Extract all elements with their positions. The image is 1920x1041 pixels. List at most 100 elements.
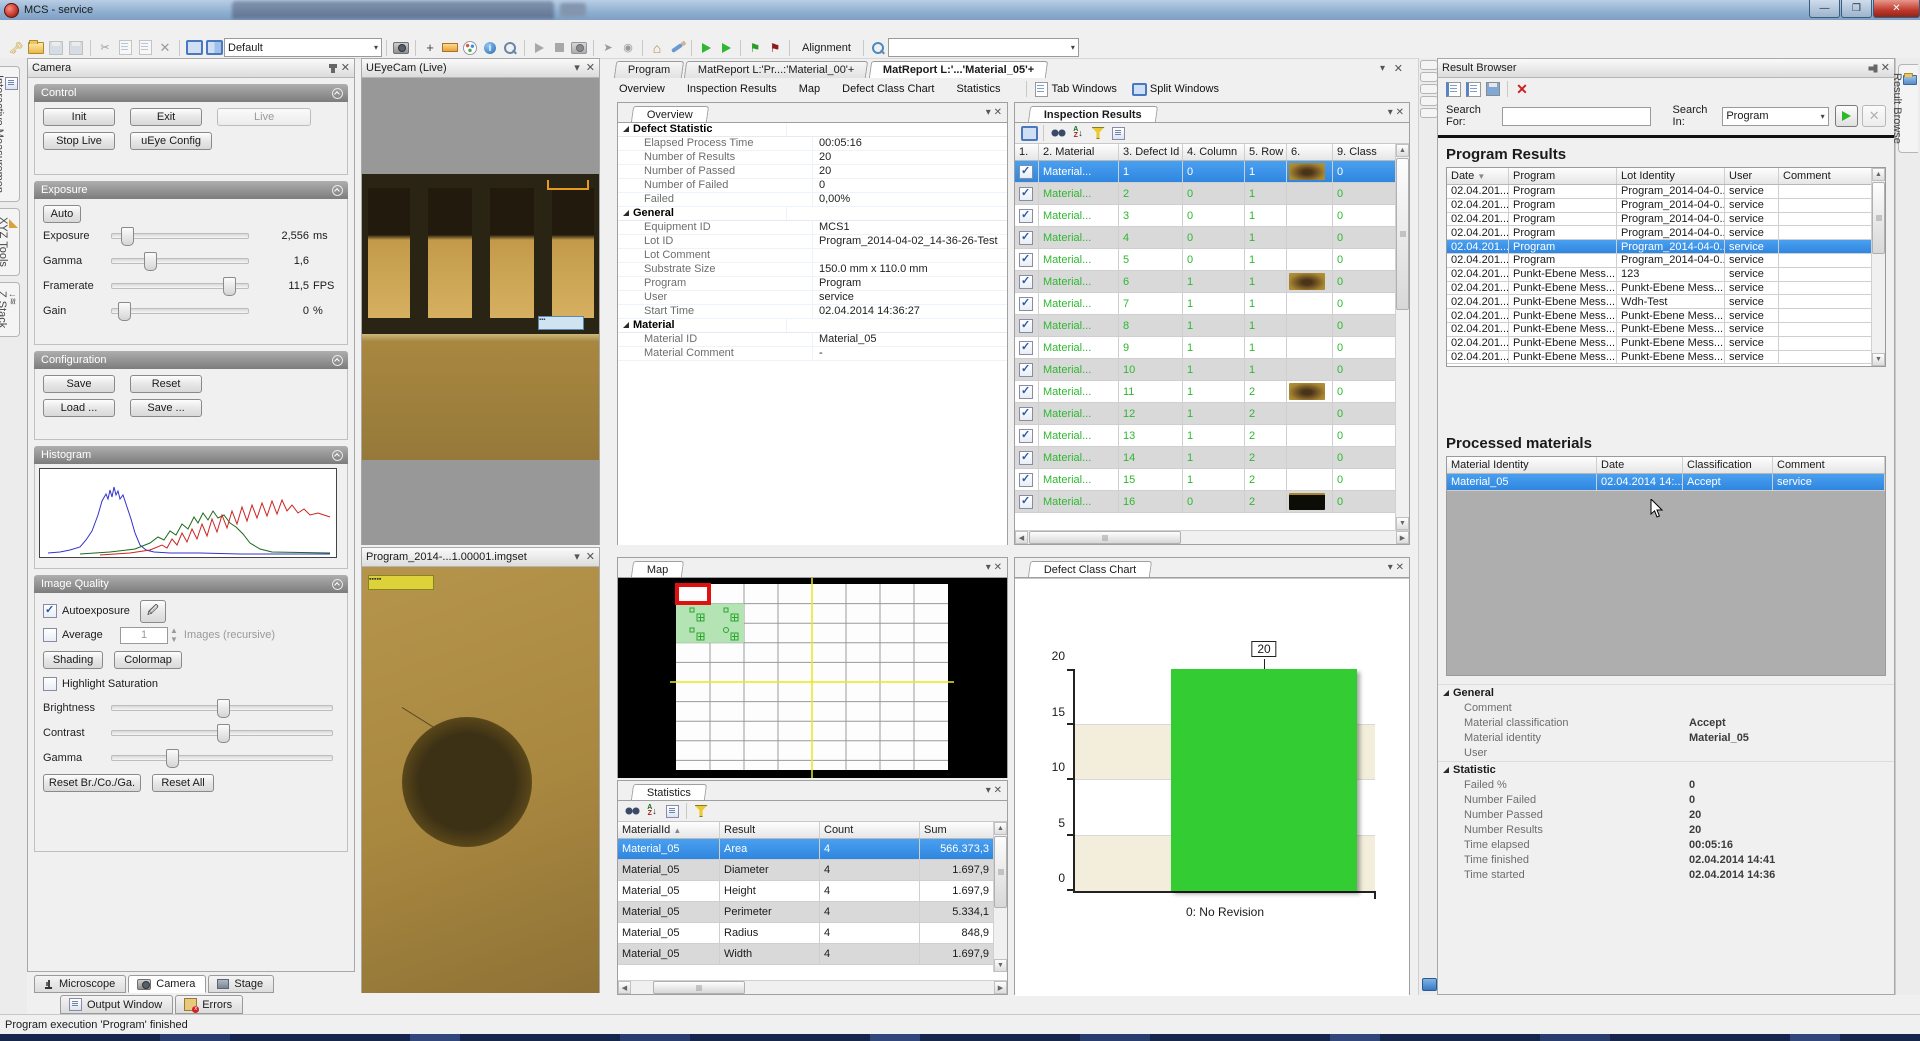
tab-list-icon[interactable]: ▾ bbox=[1380, 63, 1385, 74]
property-group-row[interactable]: Defect Statistic bbox=[618, 123, 1007, 137]
inspection-row[interactable]: Material... 13 1 2 0 bbox=[1015, 425, 1396, 447]
inspection-row[interactable]: Material... 4 0 1 0 bbox=[1015, 227, 1396, 249]
close-icon[interactable]: ✕ bbox=[994, 785, 1002, 796]
tab-stage[interactable]: Stage bbox=[208, 975, 274, 993]
highlight-saturation-checkbox[interactable] bbox=[43, 677, 57, 691]
scroll-thumb[interactable] bbox=[653, 981, 745, 994]
menu-item[interactable] bbox=[188, 28, 206, 30]
detail-group-row[interactable]: General bbox=[1438, 684, 1894, 701]
row-checkbox[interactable] bbox=[1019, 385, 1033, 399]
processed-material-row[interactable]: Material_05 02.04.2014 14:... Accept ser… bbox=[1447, 474, 1885, 491]
average-count-input[interactable]: 1 bbox=[120, 627, 168, 644]
menu-item[interactable] bbox=[62, 28, 80, 30]
config-load-button[interactable]: Load ... bbox=[43, 399, 115, 417]
column-header[interactable]: Classification bbox=[1683, 457, 1773, 473]
inspection-row[interactable]: Material... 10 1 1 0 bbox=[1015, 359, 1396, 381]
statistics-row[interactable]: Material_05 Radius 4 848,9 bbox=[618, 923, 994, 944]
search-in-combo[interactable]: Program▾ bbox=[1722, 107, 1828, 126]
imgset-image-view[interactable]: ▪▪▪▪▪ bbox=[362, 567, 599, 993]
program-result-row[interactable]: 02.04.201... Punkt-Ebene Mess... Punkt-E… bbox=[1447, 351, 1872, 365]
detail-row[interactable]: Material identityMaterial_05 bbox=[1438, 731, 1894, 746]
close-document-icon[interactable]: ✕ bbox=[1394, 62, 1403, 75]
collapsed-panel-tab[interactable] bbox=[1420, 72, 1438, 82]
report-icon[interactable] bbox=[1444, 81, 1462, 98]
property-row[interactable]: Failed0,00% bbox=[618, 193, 1007, 207]
find-icon[interactable] bbox=[623, 803, 641, 820]
scroll-right-arrow[interactable]: ▶ bbox=[1396, 531, 1409, 544]
scroll-thumb[interactable] bbox=[994, 836, 1007, 908]
scroll-right-arrow[interactable]: ▶ bbox=[994, 981, 1007, 994]
alignment-search-input[interactable]: ▾ bbox=[888, 38, 1079, 57]
property-group-row[interactable]: General bbox=[618, 207, 1007, 221]
shading-button[interactable]: Shading bbox=[43, 651, 103, 669]
home-position-icon[interactable]: ⌂ bbox=[648, 39, 666, 56]
color-analysis-icon[interactable] bbox=[461, 39, 479, 56]
close-icon[interactable]: ✕ bbox=[1396, 107, 1404, 118]
config-save-button[interactable]: Save bbox=[43, 375, 115, 393]
exposure-group-header[interactable]: Exposure bbox=[34, 181, 348, 199]
row-checkbox[interactable] bbox=[1019, 275, 1033, 289]
new-session-icon[interactable]: 🗝 bbox=[7, 39, 25, 56]
program-result-row[interactable]: 02.04.201... Program Program_2014-04-0..… bbox=[1447, 226, 1872, 240]
stop-icon[interactable] bbox=[550, 39, 568, 56]
open-folder-icon[interactable] bbox=[27, 39, 45, 56]
live-image-view[interactable]: ▪▪▪ bbox=[362, 78, 599, 545]
row-checkbox[interactable] bbox=[1019, 429, 1033, 443]
nav-defect-class-chart[interactable]: Defect Class Chart bbox=[842, 83, 934, 95]
nav-statistics[interactable]: Statistics bbox=[956, 83, 1000, 95]
program-result-row[interactable]: 02.04.201... Punkt-Ebene Mess... Punkt-E… bbox=[1447, 323, 1872, 337]
slider-track[interactable] bbox=[111, 705, 333, 711]
property-row[interactable]: Start Time02.04.2014 14:36:27 bbox=[618, 305, 1007, 319]
chevron-down-icon[interactable]: ▾ bbox=[986, 562, 991, 573]
statistics-row[interactable]: Material_05 Height 4 1.697,9 bbox=[618, 881, 994, 902]
control-group-header[interactable]: Control bbox=[34, 84, 348, 102]
collapse-chevron-icon[interactable] bbox=[332, 88, 343, 99]
chart-bar[interactable]: 20 bbox=[1171, 669, 1357, 891]
image-view-icon[interactable] bbox=[1020, 125, 1038, 142]
row-checkbox[interactable] bbox=[1019, 209, 1033, 223]
scroll-down-arrow[interactable]: ▼ bbox=[1396, 517, 1409, 530]
sort-az-icon[interactable]: AZ↓ bbox=[1069, 125, 1087, 142]
inspection-row[interactable]: Material... 14 1 2 0 bbox=[1015, 447, 1396, 469]
detail-row[interactable]: Time started02.04.2014 14:36 bbox=[1438, 868, 1894, 883]
save-all-icon[interactable] bbox=[67, 39, 85, 56]
tab-z-stack[interactable]: ↓≋ Z Stack bbox=[0, 282, 20, 337]
detail-group-row[interactable]: Statistic bbox=[1438, 761, 1894, 778]
chevron-down-icon[interactable]: ▾ bbox=[986, 107, 991, 118]
pin-icon[interactable] bbox=[331, 64, 335, 73]
scroll-thumb[interactable] bbox=[1396, 158, 1409, 310]
property-group-row[interactable]: Material bbox=[618, 319, 1007, 333]
copy-icon[interactable] bbox=[116, 39, 134, 56]
overview-tab[interactable]: Overview bbox=[631, 106, 709, 122]
split-windows-button[interactable]: Split Windows bbox=[1150, 83, 1219, 95]
menu-item[interactable] bbox=[8, 28, 26, 30]
column-header[interactable]: 2. Material bbox=[1039, 144, 1119, 160]
find-icon[interactable] bbox=[1049, 125, 1067, 142]
property-row[interactable]: Lot Comment bbox=[618, 249, 1007, 263]
scroll-left-arrow[interactable]: ◀ bbox=[1015, 531, 1028, 544]
colormap-button[interactable]: Colormap bbox=[114, 651, 182, 669]
program-result-row[interactable]: 02.04.201... Punkt-Ebene Mess... Punkt-E… bbox=[1447, 337, 1872, 351]
close-icon[interactable]: ✕ bbox=[586, 552, 595, 563]
config-saveas-button[interactable]: Save ... bbox=[130, 399, 202, 417]
column-header[interactable]: Result bbox=[720, 822, 820, 838]
inspection-row[interactable]: Material... 3 0 1 0 bbox=[1015, 205, 1396, 227]
play-icon[interactable] bbox=[530, 39, 548, 56]
tab-interactive-measurement[interactable]: Interactive Measuremen bbox=[0, 66, 20, 202]
scroll-up-arrow[interactable]: ▲ bbox=[994, 822, 1007, 835]
inspection-row[interactable]: Material... 11 1 2 0 bbox=[1015, 381, 1396, 403]
property-row[interactable]: Material IDMaterial_05 bbox=[618, 333, 1007, 347]
column-header[interactable]: Date ▼ bbox=[1447, 168, 1509, 184]
scroll-down-arrow[interactable]: ▼ bbox=[1872, 353, 1885, 366]
property-row[interactable]: Equipment IDMCS1 bbox=[618, 221, 1007, 235]
menu-item[interactable] bbox=[152, 28, 170, 30]
program-result-row[interactable]: 02.04.201... Punkt-Ebene Mess... Punkt-E… bbox=[1447, 282, 1872, 296]
sort-az-icon[interactable]: AZ↓ bbox=[643, 803, 661, 820]
inspection-row[interactable]: Material... 2 0 1 0 bbox=[1015, 183, 1396, 205]
tab-errors[interactable]: x Errors bbox=[175, 995, 243, 1014]
column-header[interactable]: 5. Row bbox=[1245, 144, 1287, 160]
menu-item[interactable] bbox=[134, 28, 152, 30]
program-result-row[interactable]: 02.04.201... Program Program_2014-04-0..… bbox=[1447, 213, 1872, 227]
property-row[interactable]: Elapsed Process Time00:05:16 bbox=[618, 137, 1007, 151]
scroll-left-arrow[interactable]: ◀ bbox=[618, 981, 631, 994]
